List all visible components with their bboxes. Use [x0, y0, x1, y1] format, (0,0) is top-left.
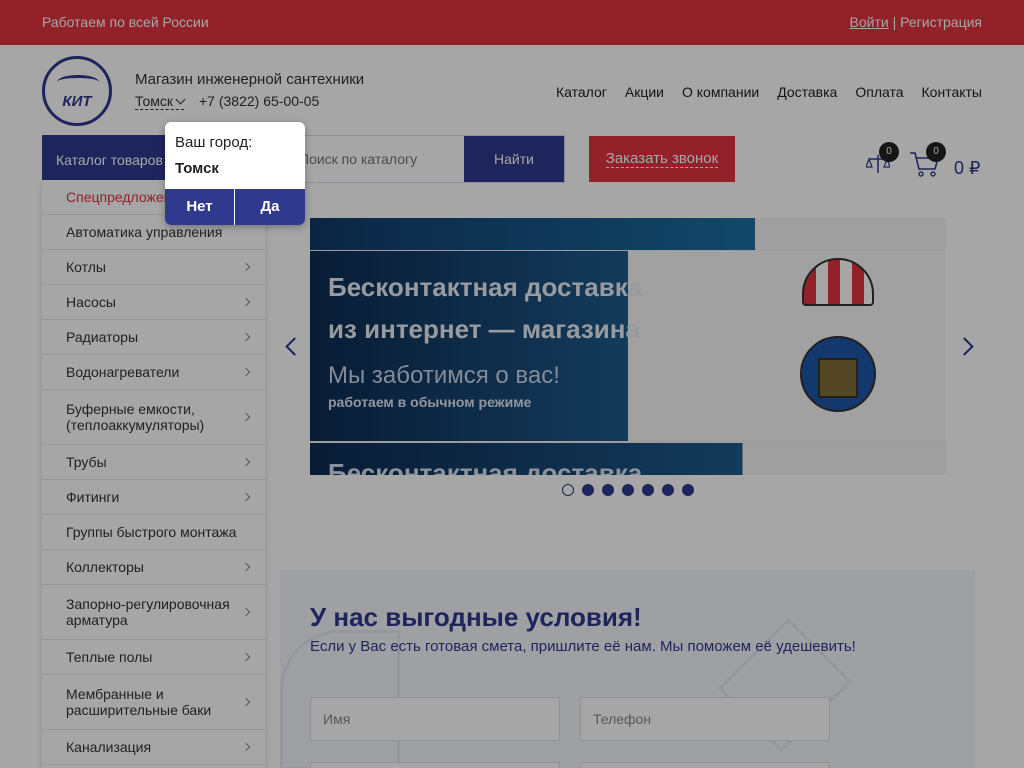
city-no-button[interactable]: Нет [165, 189, 235, 225]
detected-city: Томск [175, 160, 219, 177]
city-question: Ваш город: [175, 134, 253, 151]
city-confirm-buttons: Нет Да [165, 189, 305, 225]
city-confirm-popup: Ваш город: Томск Нет Да [165, 122, 305, 225]
city-yes-button[interactable]: Да [235, 189, 305, 225]
modal-overlay[interactable] [0, 0, 1024, 768]
